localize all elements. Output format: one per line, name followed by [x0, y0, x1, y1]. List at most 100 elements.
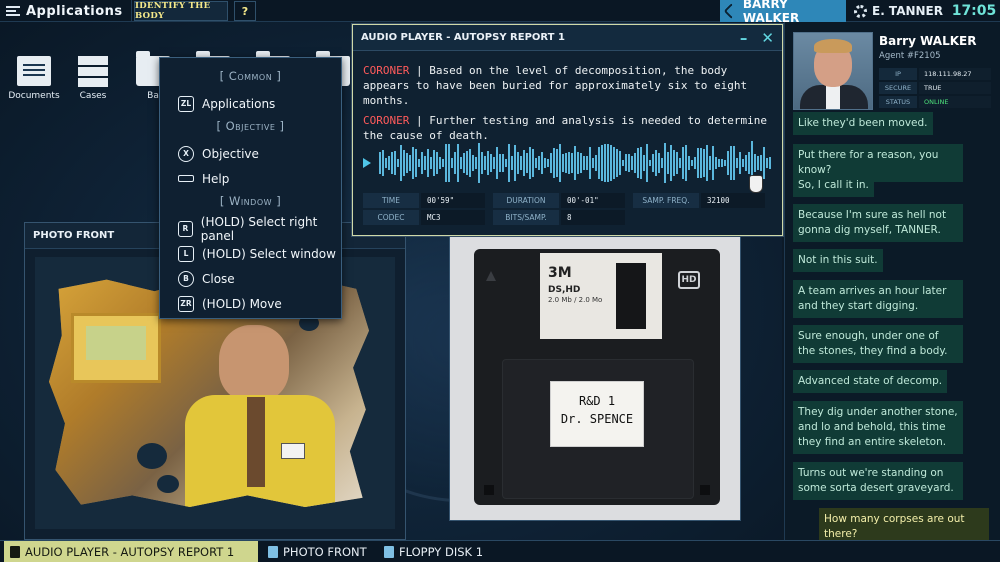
- waveform-bar: [385, 158, 387, 168]
- waveform-bar: [406, 153, 408, 173]
- waveform-bar: [574, 145, 576, 181]
- chat-message: Not in this suit.: [793, 249, 883, 272]
- audio-player-window[interactable]: AUDIO PLAYER - AUTOPSY REPORT 1 – ✕ CORO…: [352, 24, 783, 236]
- waveform-bar: [703, 148, 705, 178]
- field-label: IP: [879, 68, 917, 80]
- waveform-bar: [598, 146, 600, 180]
- waveform-bar: [607, 144, 609, 182]
- waveform-track[interactable]: [363, 141, 773, 185]
- l-button-icon: L: [178, 245, 194, 262]
- waveform-bar: [715, 157, 717, 169]
- taskbar-item-audio-player[interactable]: AUDIO PLAYER - AUTOPSY REPORT 1: [4, 541, 258, 562]
- taskbar-label: FLOPPY DISK 1: [399, 545, 484, 559]
- active-call-indicator[interactable]: BARRY WALKER: [720, 0, 846, 25]
- chat-reply[interactable]: How many corpses are out there?: [819, 508, 989, 540]
- help-button[interactable]: ?: [234, 1, 256, 21]
- waveform-bar: [754, 153, 756, 173]
- floppy-disk-window[interactable]: 3M DS,HD 2.0 Mb / 2.0 Mo HD R&D 1 Dr. SP…: [449, 234, 741, 521]
- waveform-bar: [484, 156, 486, 170]
- speaker-name: CORONER: [363, 64, 410, 77]
- waveform-bar: [766, 157, 768, 169]
- waveform-bar: [583, 155, 585, 171]
- play-icon[interactable]: [363, 158, 371, 168]
- waveform-bar: [649, 159, 651, 167]
- waveform-bar: [559, 143, 561, 183]
- chat-message: Advanced state of decomp.: [793, 370, 948, 393]
- waveform-bar: [658, 152, 660, 174]
- menu-item-label: (HOLD) Select right panel: [200, 214, 318, 243]
- minimize-button[interactable]: –: [740, 29, 748, 47]
- waveform-bar: [760, 154, 762, 172]
- waveform-bar: [409, 155, 411, 171]
- user-settings[interactable]: E. TANNER: [850, 0, 945, 22]
- desktop-icon-documents[interactable]: Documents: [5, 56, 63, 101]
- right-panel[interactable]: Barry WALKER Agent #F2105 IP 118.111.98.2…: [784, 22, 1000, 540]
- speaker-name: CORONER: [363, 114, 410, 127]
- waveform-bar: [682, 146, 684, 180]
- taskbar-label: PHOTO FRONT: [283, 545, 367, 559]
- waveform-bar: [478, 143, 480, 183]
- waveform-bar: [763, 146, 765, 180]
- field-label: STATUS: [879, 96, 917, 108]
- duration-value: 00'-01": [561, 193, 625, 208]
- waveform-bar: [673, 150, 675, 176]
- waveform-bar: [493, 157, 495, 169]
- transcript-text: | Based on the level of decomposition, t…: [363, 64, 748, 107]
- menu-item-label: Close: [202, 271, 235, 286]
- waveform-bar: [664, 143, 666, 183]
- waveform-bar: [520, 155, 522, 170]
- waveform-bar: [625, 154, 627, 172]
- waveform[interactable]: [379, 141, 773, 185]
- menu-item-select-window[interactable]: L (HOLD) Select window: [160, 241, 341, 266]
- disk-capacity: 2.0 Mb / 2.0 Mo: [548, 296, 603, 304]
- waveform-bar: [568, 151, 570, 175]
- applications-menu-button[interactable]: Applications: [0, 0, 132, 22]
- objective-button[interactable]: IDENTIFY THE BODY: [134, 1, 228, 21]
- waveform-bar: [526, 153, 528, 173]
- menu-item-move[interactable]: ZR (HOLD) Move: [160, 291, 341, 316]
- waveform-bar: [604, 143, 606, 183]
- menu-item-close[interactable]: B Close: [160, 266, 341, 291]
- waveform-bar: [637, 148, 639, 178]
- chat-message: Because I'm sure as hell not gonna dig m…: [793, 204, 963, 242]
- floppy-handwritten-label: R&D 1 Dr. SPENCE: [550, 381, 644, 447]
- menu-item-objective[interactable]: X Objective: [160, 141, 341, 166]
- waveform-bar: [688, 155, 690, 171]
- waveform-bar: [451, 157, 453, 169]
- waveform-bar: [667, 152, 669, 174]
- meta-label: SAMP. FREQ.: [633, 193, 699, 208]
- desktop-icon-label: Documents: [8, 91, 60, 101]
- cases-icon: [76, 56, 110, 86]
- waveform-bar: [517, 151, 519, 174]
- chat-message: Sure enough, under one of the stones, th…: [793, 325, 963, 363]
- taskbar-item-floppy-disk[interactable]: FLOPPY DISK 1: [378, 541, 490, 562]
- waveform-bar: [472, 155, 474, 171]
- waveform-bar: [436, 151, 438, 175]
- audio-player-titlebar[interactable]: AUDIO PLAYER - AUTOPSY REPORT 1 – ✕: [353, 25, 782, 51]
- waveform-bar: [571, 152, 573, 174]
- waveform-bar: [523, 149, 525, 177]
- taskbar-item-photo-front[interactable]: PHOTO FRONT: [262, 541, 374, 562]
- waveform-bar: [592, 157, 594, 169]
- waveform-bar: [439, 157, 441, 169]
- desktop-icon-cases[interactable]: Cases: [64, 56, 122, 101]
- waveform-bar: [382, 150, 384, 176]
- waveform-bar: [400, 145, 402, 181]
- waveform-bar: [709, 156, 711, 170]
- audio-metadata: TIME 00'59" DURATION 00'-01" SAMP. FREQ.…: [363, 193, 775, 227]
- waveform-bar: [514, 144, 516, 182]
- menu-item-help[interactable]: Help: [160, 166, 341, 191]
- waveform-bar: [610, 145, 612, 181]
- menu-item-select-right-panel[interactable]: R (HOLD) Select right panel: [160, 214, 341, 243]
- waveform-bar: [697, 147, 699, 178]
- brand-logo: 3M: [548, 265, 572, 281]
- label-line-1: R&D 1: [578, 394, 616, 408]
- waveform-bar: [463, 152, 465, 174]
- menu-item-applications[interactable]: ZL Applications: [160, 91, 341, 116]
- waveform-bar: [562, 154, 564, 172]
- menu-item-label: Objective: [202, 146, 259, 161]
- waveform-bar: [700, 148, 702, 178]
- minus-button-icon: [178, 171, 194, 187]
- b-button-icon: B: [178, 270, 194, 287]
- close-button[interactable]: ✕: [761, 29, 774, 47]
